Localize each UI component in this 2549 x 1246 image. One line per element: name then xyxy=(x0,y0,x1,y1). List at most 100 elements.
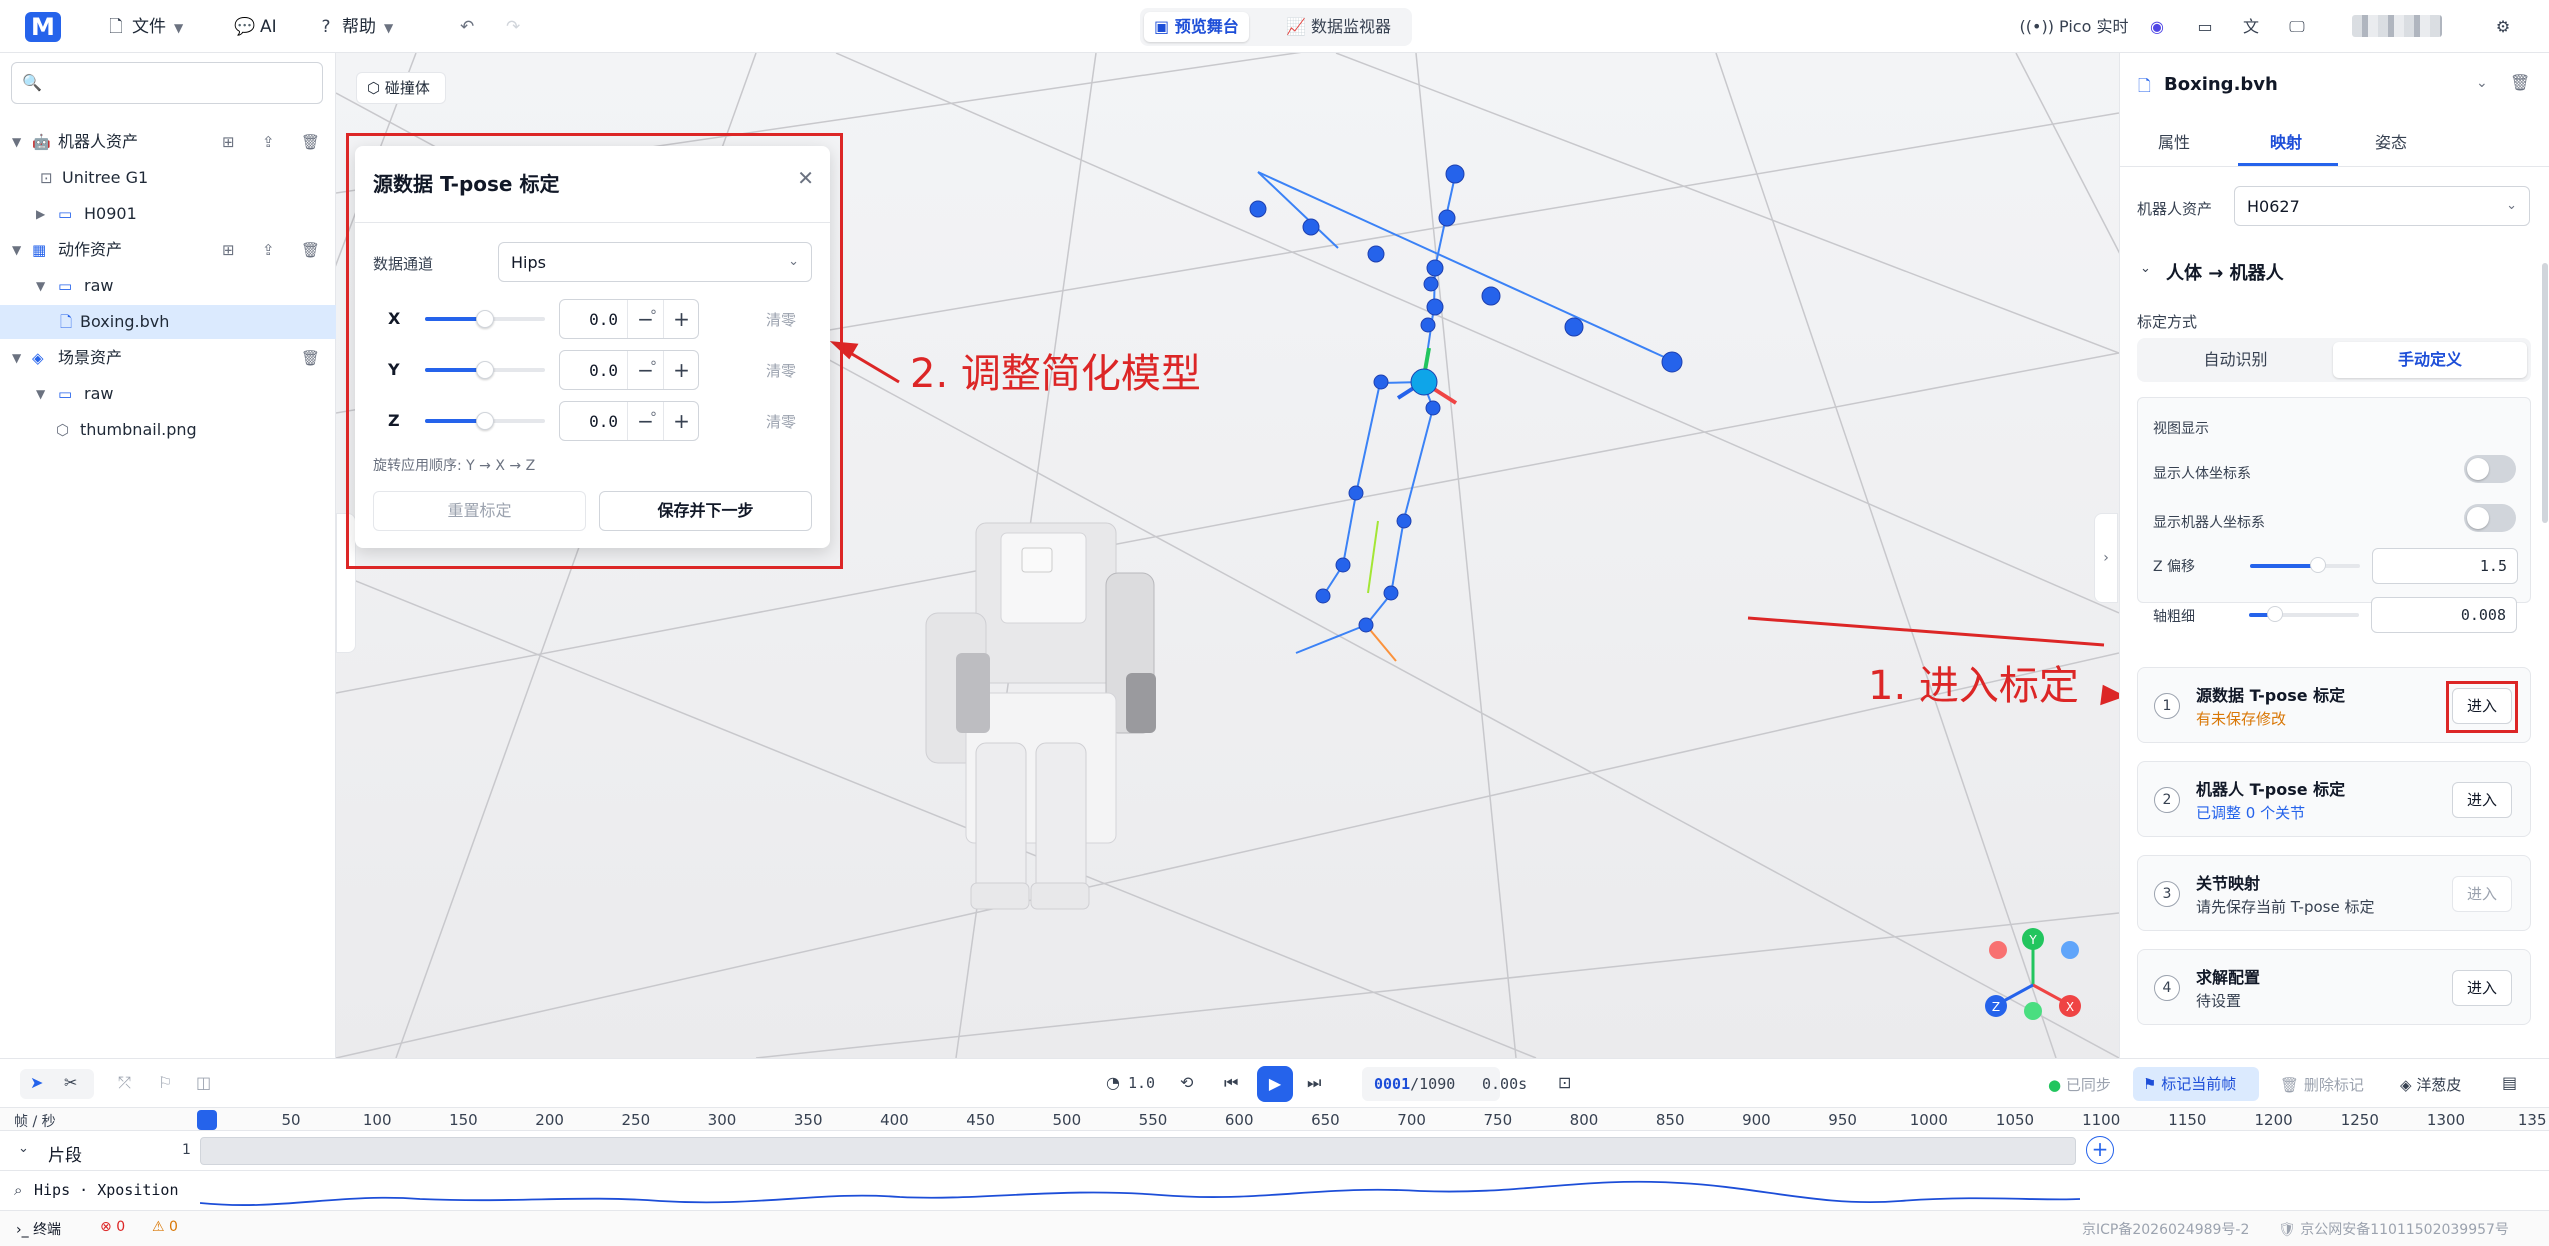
axis-width-input[interactable]: 0.008 xyxy=(2371,597,2517,633)
app-logo[interactable]: M xyxy=(25,12,61,42)
bracket-icon[interactable]: ◫ xyxy=(196,1073,211,1092)
decrement-button[interactable]: − xyxy=(627,402,663,440)
tree-item-boxing-bvh[interactable]: 🗋 Boxing.bvh xyxy=(0,305,336,339)
playhead-marker[interactable] xyxy=(197,1110,217,1130)
mode-auto[interactable]: 自动识别 xyxy=(2141,342,2330,378)
collider-toggle-button[interactable]: ⬡ 碰撞体 xyxy=(356,72,446,104)
warning-count[interactable]: ⚠ 0 xyxy=(152,1219,178,1235)
delete-mark-button[interactable]: 🗑 删除标记 xyxy=(2280,1074,2364,1095)
robot-asset-select[interactable]: H0627 ⌄ xyxy=(2234,186,2530,226)
pico-realtime-button[interactable]: ((•)) Pico 实时 xyxy=(2014,12,2134,42)
video-icon[interactable]: ▭ xyxy=(2190,12,2220,42)
assistant-icon[interactable]: ◉ xyxy=(2142,12,2172,42)
tree-item-thumbnail[interactable]: ⬡ thumbnail.png xyxy=(0,413,336,447)
tree-folder-raw-scene[interactable]: ▼ ▭ raw xyxy=(0,377,336,411)
chevron-down-icon[interactable]: ⌄ xyxy=(2140,261,2151,276)
frame-ruler[interactable]: 帧 / 秒 50 100 150 200 250 300 350 400 450 500 550 60… xyxy=(0,1107,2549,1131)
translate-icon[interactable]: 文 xyxy=(2236,12,2266,42)
upload-icon[interactable]: ⇪ xyxy=(262,125,275,159)
tree-group-motion-assets[interactable]: ▼ ▦ 动作资产 ⊞ ⇪ 🗑 xyxy=(0,233,336,267)
angle-input[interactable]: 0.0 ° − + xyxy=(559,299,699,339)
enter-button[interactable]: 进入 xyxy=(2452,688,2512,724)
gear-icon[interactable]: ⚙ xyxy=(2488,12,2518,42)
skip-end-icon[interactable]: ⏭ xyxy=(1307,1073,1321,1093)
angle-input[interactable]: 0.0 ° − + xyxy=(559,401,699,441)
add-folder-icon[interactable]: ⊞ xyxy=(222,233,235,267)
add-segment-button[interactable]: + xyxy=(2086,1136,2114,1164)
clear-button[interactable]: 清零 xyxy=(766,360,796,381)
trash-icon[interactable]: 🗑 xyxy=(301,341,320,375)
show-robot-axes-toggle[interactable] xyxy=(2464,504,2516,532)
add-folder-icon[interactable]: ⊞ xyxy=(222,125,235,159)
slider-knob[interactable] xyxy=(476,310,494,328)
trash-icon[interactable]: 🗑 xyxy=(301,125,320,159)
terminal-button[interactable]: ›_ 终端 xyxy=(16,1219,61,1239)
show-human-axes-toggle[interactable] xyxy=(2464,455,2516,483)
increment-button[interactable]: + xyxy=(663,402,699,440)
tab-properties[interactable]: 属性 xyxy=(2158,129,2190,153)
left-collapse-handle[interactable] xyxy=(336,513,356,653)
tree-item-unitree-g1[interactable]: ⊡ Unitree G1 xyxy=(0,161,336,195)
angle-input[interactable]: 0.0 ° − + xyxy=(559,350,699,390)
help-menu[interactable]: ? 帮助 ▼ xyxy=(316,12,393,42)
tab-mapping[interactable]: 映射 xyxy=(2270,129,2302,153)
playback-speed[interactable]: 1.0 xyxy=(1128,1074,1155,1092)
panel-icon[interactable]: ▤ xyxy=(2502,1073,2517,1092)
fit-icon[interactable]: ⊡ xyxy=(1558,1073,1571,1092)
decrement-button[interactable]: − xyxy=(627,300,663,338)
trash-icon[interactable]: 🗑 xyxy=(2510,73,2530,92)
reset-calibration-button[interactable]: 重置标定 xyxy=(373,491,586,531)
police-license[interactable]: 🛡 京公网安备11011502039957号 xyxy=(2278,1219,2509,1239)
skip-start-icon[interactable]: ⏮ xyxy=(1224,1073,1238,1093)
file-menu[interactable]: 🗋 文件 ▼ xyxy=(106,12,183,42)
axis-width-knob[interactable] xyxy=(2267,606,2283,622)
increment-button[interactable]: + xyxy=(663,300,699,338)
slider-knob[interactable] xyxy=(476,412,494,430)
enter-button[interactable]: 进入 xyxy=(2452,970,2512,1006)
flag-icon[interactable]: ⚐ xyxy=(158,1073,172,1092)
tree-group-scene-assets[interactable]: ▼ ◈ 场景资产 🗑 xyxy=(0,341,336,375)
split-icon[interactable]: ⤱ xyxy=(118,1073,131,1093)
loop-icon[interactable]: ⟲ xyxy=(1180,1073,1193,1092)
save-next-button[interactable]: 保存并下一步 xyxy=(599,491,812,531)
user-avatar[interactable] xyxy=(2352,15,2442,37)
slider-knob[interactable] xyxy=(476,361,494,379)
scrollbar[interactable] xyxy=(2542,263,2548,523)
z-offset-knob[interactable] xyxy=(2310,557,2326,573)
mark-frame-button[interactable]: ⚑ 标记当前帧 xyxy=(2133,1067,2259,1101)
increment-button[interactable]: + xyxy=(663,351,699,389)
monitor-icon[interactable]: 🖵 xyxy=(2282,12,2312,42)
undo-icon[interactable]: ↶ xyxy=(460,12,474,42)
right-collapse-handle[interactable]: › xyxy=(2094,513,2118,603)
clear-button[interactable]: 清零 xyxy=(766,411,796,432)
close-icon[interactable]: ✕ xyxy=(797,166,814,190)
chevron-down-icon[interactable]: ⌄ xyxy=(2476,75,2488,91)
scissors-icon[interactable]: ✂ xyxy=(64,1073,77,1092)
chevron-down-icon[interactable]: ⌄ xyxy=(18,1141,29,1156)
frame-counter[interactable]: 0001/1090 xyxy=(1362,1067,1500,1101)
enter-button[interactable]: 进入 xyxy=(2452,876,2512,912)
z-offset-input[interactable]: 1.5 xyxy=(2372,548,2518,584)
redo-icon[interactable]: ↷ xyxy=(506,12,520,42)
onion-skin-button[interactable]: ◈ 洋葱皮 xyxy=(2400,1074,2461,1095)
search-input[interactable]: 🔍 xyxy=(11,62,323,104)
tree-folder-h0901[interactable]: ▶ ▭ H0901 xyxy=(0,197,336,231)
tab-preview-stage[interactable]: ▣ 预览舞台 xyxy=(1144,12,1249,42)
pointer-icon[interactable]: ➤ xyxy=(30,1073,43,1092)
segment-clip[interactable] xyxy=(200,1137,2076,1165)
tab-data-monitor[interactable]: 📈 数据监视器 xyxy=(1276,12,1401,42)
tab-pose[interactable]: 姿态 xyxy=(2375,129,2407,153)
upload-icon[interactable]: ⇪ xyxy=(262,233,275,267)
enter-button[interactable]: 进入 xyxy=(2452,782,2512,818)
play-button[interactable]: ▶ xyxy=(1257,1066,1293,1102)
error-count[interactable]: ⊗ 0 xyxy=(100,1219,125,1235)
mode-manual[interactable]: 手动定义 xyxy=(2333,342,2527,378)
icp-license[interactable]: 京ICP备2026024989号-2 xyxy=(2082,1219,2249,1239)
tree-group-robot-assets[interactable]: ▼ 🤖 机器人资产 ⊞ ⇪ 🗑 xyxy=(0,125,336,159)
speed-icon[interactable]: ◔ xyxy=(1106,1073,1120,1092)
tree-folder-raw-motion[interactable]: ▼ ▭ raw xyxy=(0,269,336,303)
clear-button[interactable]: 清零 xyxy=(766,309,796,330)
channel-select[interactable]: Hips ⌄ xyxy=(498,242,812,282)
ai-button[interactable]: 💬 AI xyxy=(234,12,277,42)
decrement-button[interactable]: − xyxy=(627,351,663,389)
